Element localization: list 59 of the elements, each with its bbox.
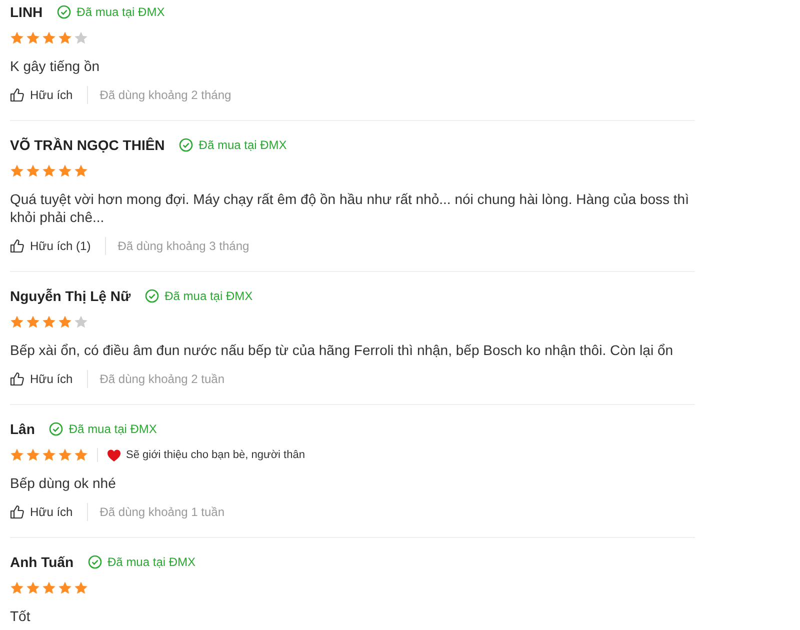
- purchase-label: Đã mua tại ĐMX: [68, 422, 157, 436]
- thumbs-up-icon: [10, 239, 24, 253]
- usage-duration: Đã dùng khoảng 2 tháng: [100, 88, 232, 102]
- star-icon: [58, 164, 72, 178]
- check-circle-icon: [178, 138, 193, 152]
- review-text: K gây tiếng ồn: [10, 57, 101, 75]
- thumbs-up-icon: [10, 505, 24, 519]
- reviewer-name: Lân: [10, 421, 35, 437]
- usage-duration: Đã dùng khoảng 1 tuần: [100, 505, 224, 519]
- star-icon: [10, 164, 24, 178]
- review-text: Bếp dùng ok nhé: [10, 474, 117, 492]
- star-icon: [10, 31, 24, 45]
- purchase-label: Đã mua tại ĐMX: [76, 5, 165, 19]
- star-icon: [74, 581, 88, 595]
- thumbs-up-icon: [10, 372, 24, 386]
- review-text: Quá tuyệt vời hơn mong đợi. Máy chạy rất êm độ ồn hầu như rất nhỏ... nói chung hài lòng. Hàng của boss thì khỏi phải chê...: [10, 190, 690, 226]
- star-icon: [10, 581, 24, 595]
- star-icon: [74, 31, 88, 45]
- star-icon: [26, 164, 40, 178]
- star-icon: [26, 448, 40, 462]
- star-icon: [74, 315, 88, 329]
- star-icon: [74, 448, 88, 462]
- star-icon: [42, 164, 56, 178]
- star-icon: [26, 31, 40, 45]
- reviewer-name: LINH: [10, 4, 43, 20]
- reviewer-name: Nguyễn Thị Lệ Nữ: [10, 288, 131, 304]
- star-icon: [42, 315, 56, 329]
- star-icon: [42, 448, 56, 462]
- recommend-text: Sẽ giới thiệu cho bạn bè, người thân: [126, 449, 305, 461]
- star-icon: [58, 315, 72, 329]
- star-icon: [74, 164, 88, 178]
- reviewer-name: Anh Tuấn: [10, 554, 74, 570]
- star-icon: [10, 448, 24, 462]
- check-circle-icon: [48, 422, 63, 436]
- star-icon: [26, 581, 40, 595]
- purchase-label: Đã mua tại ĐMX: [108, 555, 196, 569]
- star-icon: [58, 448, 72, 462]
- star-icon: [26, 315, 40, 329]
- star-icon: [42, 31, 56, 45]
- star-icon: [58, 581, 72, 595]
- review-text: Tốt: [10, 607, 32, 625]
- check-circle-icon: [56, 5, 71, 19]
- helpful-button[interactable]: Hữu ích (1): [10, 239, 91, 253]
- reviewer-name: VÕ TRẦN NGỌC THIÊN: [10, 137, 165, 153]
- purchase-label: Đã mua tại ĐMX: [198, 138, 287, 152]
- star-icon: [58, 31, 72, 45]
- review-text: Bếp xài ổn, có điều âm đun nước nấu bếp từ của hãng Ferroli thì nhận, bếp Bosch ko nhận thôi. Còn lại ổn: [10, 341, 674, 359]
- helpful-button[interactable]: Hữu ích: [10, 88, 73, 102]
- usage-duration: Đã dùng khoảng 3 tháng: [118, 239, 250, 253]
- thumbs-up-icon: [10, 88, 24, 102]
- star-icon: [10, 315, 24, 329]
- purchase-label: Đã mua tại ĐMX: [164, 289, 253, 303]
- usage-duration: Đã dùng khoảng 2 tuần: [100, 372, 224, 386]
- check-circle-icon: [144, 289, 159, 303]
- helpful-button[interactable]: Hữu ích: [10, 505, 73, 519]
- helpful-button[interactable]: Hữu ích: [10, 372, 73, 386]
- star-icon: [42, 581, 56, 595]
- heart-icon: [107, 448, 121, 462]
- check-circle-icon: [88, 555, 102, 569]
